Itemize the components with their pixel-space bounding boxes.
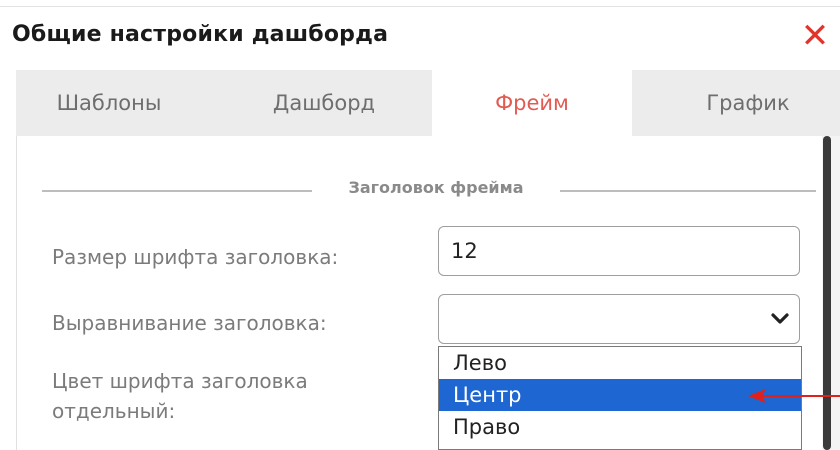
settings-dialog: Общие настройки дашборда ✕ Шаблоны Дашбо… <box>0 0 840 450</box>
font-size-label: Размер шрифта заголовка: <box>52 245 339 269</box>
option-right[interactable]: Право <box>439 411 801 443</box>
alignment-label: Выравнивание заголовка: <box>52 311 327 335</box>
close-icon[interactable]: ✕ <box>800 18 830 54</box>
separate-font-color-label: Цвет шрифта заголовка отдельный: <box>52 369 308 423</box>
option-center[interactable]: Центр <box>439 379 801 411</box>
tab-chart[interactable]: График <box>668 70 828 136</box>
font-size-input[interactable]: 12 <box>438 226 800 276</box>
annotation-arrow-icon <box>748 389 840 403</box>
alignment-select[interactable] <box>438 294 800 344</box>
legend-divider-left <box>42 190 312 192</box>
dialog-title: Общие настройки дашборда <box>12 22 389 47</box>
tab-bar: Шаблоны Дашборд Фрейм График <box>16 70 840 136</box>
tab-dashboard[interactable]: Дашборд <box>244 70 404 136</box>
option-left[interactable]: Лево <box>439 347 801 379</box>
tab-templates[interactable]: Шаблоны <box>34 70 184 136</box>
tab-frame[interactable]: Фрейм <box>432 70 632 136</box>
legend-divider-right <box>560 190 816 192</box>
panel-border <box>16 136 17 450</box>
top-divider <box>0 6 840 7</box>
section-legend: Заголовок фрейма <box>348 178 524 197</box>
chevron-down-icon[interactable] <box>770 306 790 330</box>
